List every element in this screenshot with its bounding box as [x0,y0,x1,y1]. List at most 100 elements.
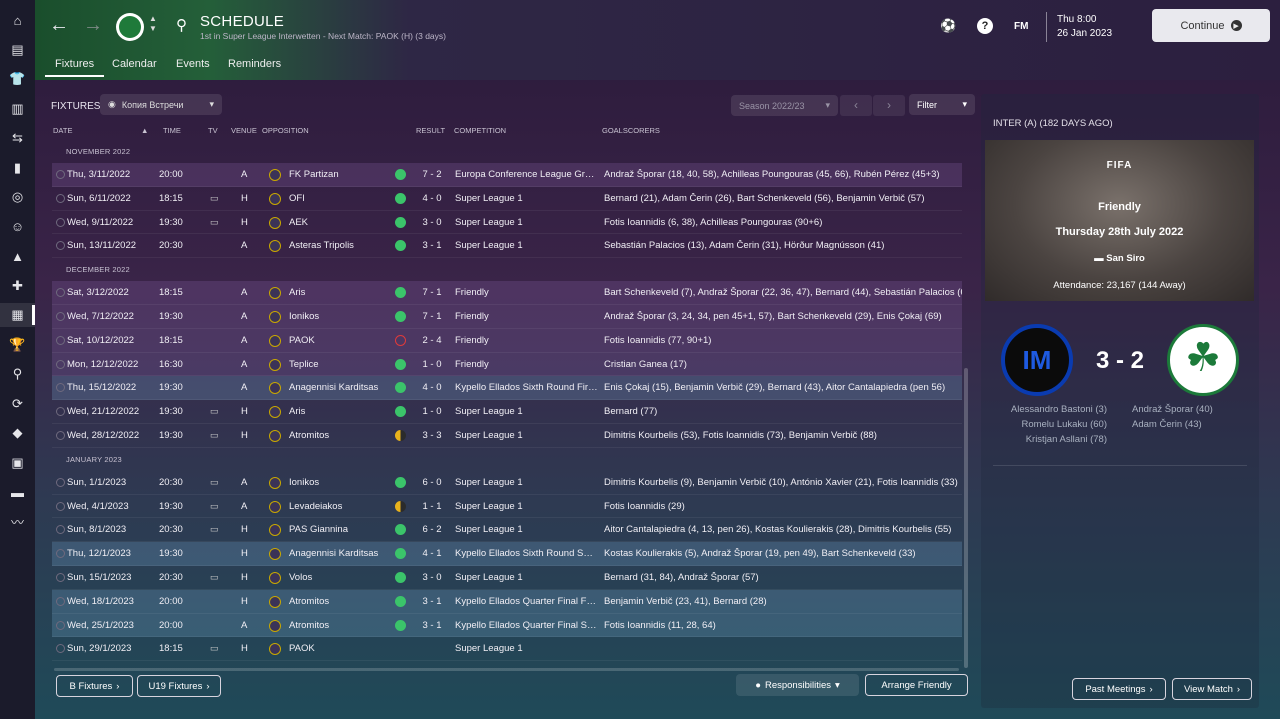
search-icon[interactable]: ⚲ [176,16,187,34]
squad-icon[interactable]: 👕 [0,67,35,91]
row-checkbox[interactable] [56,288,65,298]
fixture-row[interactable]: Wed, 28/12/2022 19:30 ▭ H Atromitos 3 - 3 Supe… [52,424,962,448]
row-checkbox[interactable] [56,549,65,559]
arrange-friendly-button[interactable]: Arrange Friendly [865,674,968,696]
fixture-opponent[interactable]: Atromitos [289,430,409,441]
fixture-row[interactable]: Thu, 15/12/2022 19:30 A Anagennisi Karditsa… [52,376,962,401]
fixture-opponent[interactable]: Ionikos [289,477,409,488]
col-opposition[interactable]: OPPOSITION [262,126,309,135]
row-checkbox[interactable] [56,193,65,203]
fixture-competition[interactable]: Super League 1 [455,477,598,488]
back-arrow-icon[interactable]: ← [49,14,69,37]
fixture-competition[interactable]: Friendly [455,335,598,346]
fixture-row[interactable]: Sun, 29/1/2023 18:15 ▭ H PAOK Super League 1 [52,637,962,662]
row-checkbox[interactable] [56,217,65,227]
fixture-score[interactable]: 1 - 0 [412,406,452,417]
fixture-opponent[interactable]: Atromitos [289,620,409,631]
fixture-score[interactable]: 6 - 0 [412,477,452,488]
notes-icon[interactable]: ▥ [0,97,35,121]
row-checkbox[interactable] [56,170,65,179]
fixture-score[interactable]: 3 - 0 [412,217,452,228]
view-match-button[interactable]: View Match › [1172,678,1252,700]
fixture-competition[interactable]: Kypello Ellados Sixth Round Second Leg [455,548,598,559]
fixture-competition[interactable]: Super League 1 [455,240,598,251]
club-badge[interactable] [116,13,144,41]
row-checkbox[interactable] [56,525,65,535]
col-time[interactable]: TIME [163,126,181,135]
sort-up-icon[interactable]: ▲ [141,126,148,135]
fixture-opponent[interactable]: Anagennisi Karditsas [289,382,409,393]
staff-icon[interactable]: ☺ [0,215,35,239]
fixture-competition[interactable]: Super League 1 [455,524,598,535]
fixture-competition[interactable]: Super League 1 [455,217,598,228]
fixture-score[interactable]: 4 - 0 [412,193,452,204]
prev-season-button[interactable]: ‹ [840,95,872,116]
fixture-competition[interactable]: Super League 1 [455,501,598,512]
data-icon[interactable]: ▮ [0,156,35,180]
fixture-opponent[interactable]: AEK [289,217,409,228]
tactics-icon[interactable]: ⇆ [0,126,35,150]
home-scorer[interactable]: Romelu Lukaku (60) [993,417,1107,432]
next-season-button[interactable]: › [873,95,905,116]
fixture-opponent[interactable]: Teplice [289,359,409,370]
tab-calendar[interactable]: Calendar [112,58,157,70]
tab-reminders[interactable]: Reminders [228,58,281,70]
fixture-row[interactable]: Wed, 9/11/2022 19:30 ▭ H AEK 3 - 0 Super Leagu… [52,211,962,235]
col-result[interactable]: RESULT [416,126,445,135]
fixture-competition[interactable]: Friendly [455,359,598,370]
home-icon[interactable]: ⌂ [0,8,35,32]
stadium-icon[interactable]: 〰 [0,510,35,534]
fixture-row[interactable]: Wed, 4/1/2023 19:30 ▭ A Levadeiakos 1 - 1 Supe… [52,495,962,519]
fixture-competition[interactable]: Super League 1 [455,572,598,583]
fm-logo[interactable]: FM [1014,21,1028,32]
horizontal-scrollbar[interactable] [54,668,959,671]
fixture-competition[interactable]: Super League 1 [455,643,598,654]
home-scorer[interactable]: Kristjan Asllani (78) [993,432,1107,447]
fixture-competition[interactable]: Kypello Ellados Quarter Final First Leg [455,596,598,607]
col-tv[interactable]: TV [208,126,218,135]
u19-fixtures-button[interactable]: U19 Fixtures › [137,675,221,697]
fixture-score[interactable]: 4 - 1 [412,548,452,559]
fixture-opponent[interactable]: Asteras Tripolis [289,240,409,251]
fixture-score[interactable]: 2 - 4 [412,335,452,346]
fixture-score[interactable]: 3 - 3 [412,430,452,441]
row-checkbox[interactable] [56,501,65,511]
filter-dropdown[interactable]: Filter ▾ [909,94,975,115]
away-scorer[interactable]: Andraž Šporar (40) [1132,402,1252,417]
medical-icon[interactable]: ✚ [0,274,35,298]
fixture-opponent[interactable]: FK Partizan [289,169,409,180]
col-competition[interactable]: COMPETITION [454,126,506,135]
fixture-opponent[interactable]: Aris [289,287,409,298]
col-goalscorers[interactable]: GOALSCORERS [602,126,660,135]
fixture-competition[interactable]: Kypello Ellados Sixth Round First Leg [455,382,598,393]
fixture-competition[interactable]: Europa Conference League Group F [455,169,598,180]
fixture-score[interactable]: 1 - 0 [412,359,452,370]
fixture-row[interactable]: Sat, 10/12/2022 18:15 A PAOK 2 - 4 Friendly Fo… [52,328,962,353]
row-checkbox[interactable] [56,241,65,251]
fixture-opponent[interactable]: PAS Giannina [289,524,409,535]
fixture-competition[interactable]: Super League 1 [455,193,598,204]
away-scorer[interactable]: Adam Čerin (43) [1132,417,1252,432]
fixture-score[interactable]: 3 - 1 [412,596,452,607]
past-meetings-button[interactable]: Past Meetings › [1072,678,1166,700]
fixture-score[interactable]: 6 - 2 [412,524,452,535]
fixture-row[interactable]: Wed, 25/1/2023 20:00 A Atromitos 3 - 1 Kypell… [52,613,962,638]
row-checkbox[interactable] [56,311,65,321]
fixture-row[interactable]: Thu, 3/11/2022 20:00 A FK Partizan 7 - 2 Euro… [52,163,962,187]
row-checkbox[interactable] [56,477,65,487]
tab-fixtures[interactable]: Fixtures [44,58,105,77]
club-switch-chevrons-icon[interactable]: ▲ ▼ [149,14,157,34]
fixture-score[interactable]: 3 - 1 [412,620,452,631]
fixture-row[interactable]: Sun, 6/11/2022 18:15 ▭ H OFI 4 - 0 Super Leagu… [52,187,962,211]
training-icon[interactable]: ▲ [0,244,35,268]
scouting-icon[interactable]: ⚲ [0,362,35,386]
competitions-icon[interactable]: 🏆 [0,333,35,357]
dynamics-icon[interactable]: ◎ [0,185,35,209]
row-checkbox[interactable] [56,359,65,369]
match-card[interactable]: FIFA Friendly Thursday 28th July 2022 ▬ … [985,140,1254,301]
col-date[interactable]: DATE [53,126,72,135]
fixture-opponent[interactable]: Volos [289,572,409,583]
forward-arrow-icon[interactable]: → [83,14,103,37]
away-team-crest[interactable] [1167,324,1239,396]
tab-events[interactable]: Events [176,58,210,70]
